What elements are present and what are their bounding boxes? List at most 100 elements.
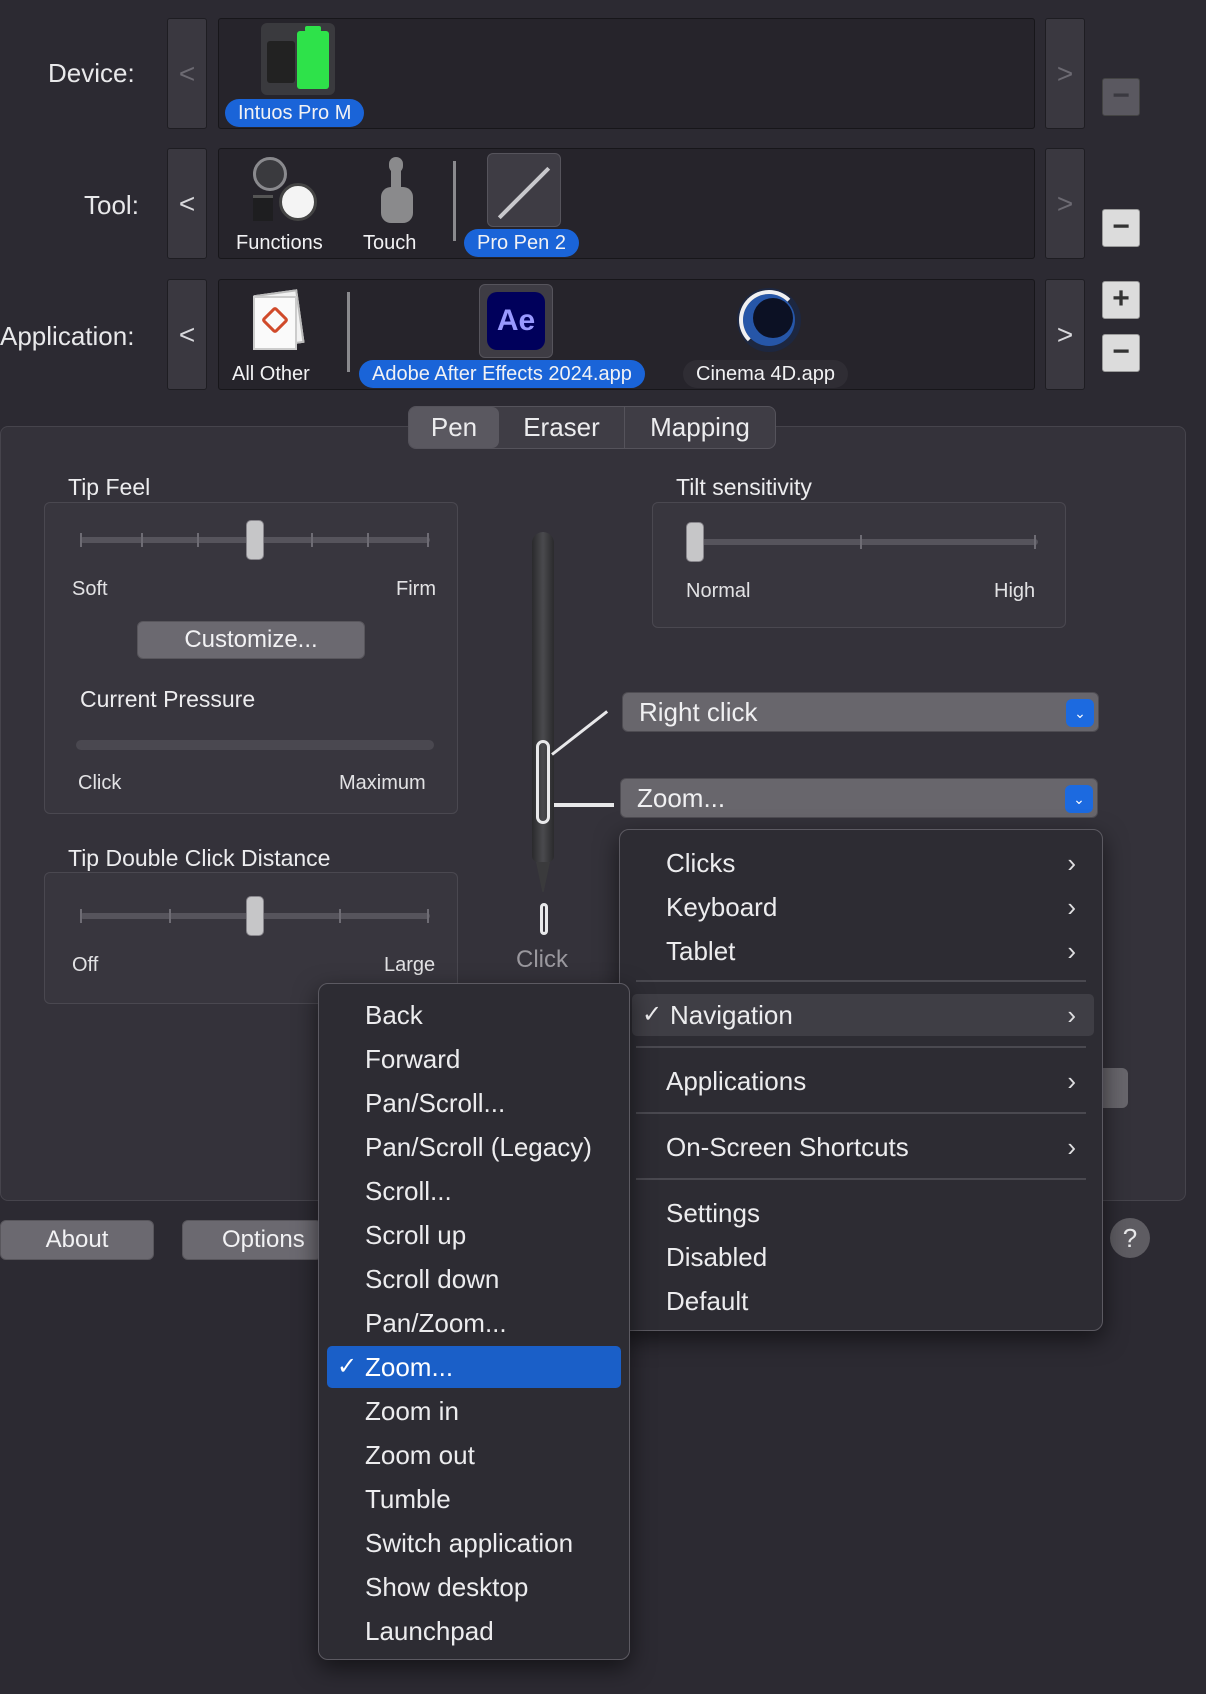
submenu-item-zoom-in[interactable]: Zoom in — [327, 1390, 621, 1432]
chevron-right-icon: › — [1067, 936, 1076, 966]
tip-feel-slider-knob[interactable] — [246, 520, 264, 560]
pen-icon[interactable] — [487, 153, 561, 227]
options-button[interactable]: Options — [182, 1220, 322, 1260]
upper-button-dropdown[interactable]: Right click ⌄ — [622, 692, 1099, 732]
submenu-item-zoom-out[interactable]: Zoom out — [327, 1434, 621, 1476]
tilt-max-label: High — [994, 580, 1036, 602]
application-label: Application: — [0, 321, 135, 351]
current-pressure-title: Current Pressure — [80, 686, 256, 712]
submenu-item-back[interactable]: Back — [327, 994, 621, 1036]
application-strip: Ae All Other Adobe After Effects 2024.ap… — [218, 279, 1035, 390]
chevron-down-icon: ⌄ — [1066, 699, 1094, 727]
tip-double-click-slider-knob[interactable] — [246, 896, 264, 936]
tool-item-touch[interactable]: Touch — [350, 229, 429, 257]
menu-separator — [636, 980, 1086, 982]
after-effects-icon[interactable]: Ae — [479, 284, 553, 358]
tool-divider — [453, 161, 456, 241]
pen-tip-label: Click — [516, 946, 568, 973]
tilt-tick — [860, 535, 862, 549]
slider-tick — [169, 909, 171, 923]
menu-item-label: Keyboard — [666, 892, 778, 922]
application-item-all-other[interactable]: All Other — [219, 360, 323, 388]
menu-item-settings[interactable]: Settings — [628, 1192, 1094, 1234]
current-pressure-bar — [76, 740, 434, 750]
device-remove-button[interactable]: − — [1102, 78, 1140, 116]
all-other-apps-icon[interactable] — [247, 286, 309, 352]
device-strip: Intuos Pro M — [218, 18, 1035, 129]
tab-eraser[interactable]: Eraser — [499, 407, 625, 448]
tip-feel-title: Tip Feel — [68, 474, 151, 500]
application-add-button[interactable]: + — [1102, 281, 1140, 319]
submenu-item-scroll-up[interactable]: Scroll up — [327, 1214, 621, 1256]
slider-tick — [367, 533, 369, 547]
application-prev-button[interactable]: < — [167, 279, 207, 390]
menu-item-clicks[interactable]: Clicks › — [628, 842, 1094, 884]
chevron-right-icon: › — [1067, 1132, 1076, 1162]
submenu-item-label: Zoom... — [365, 1352, 454, 1382]
tab-mapping[interactable]: Mapping — [625, 407, 775, 448]
tab-pen[interactable]: Pen — [409, 407, 499, 448]
slider-tick — [311, 533, 313, 547]
submenu-item-scroll-down[interactable]: Scroll down — [327, 1258, 621, 1300]
submenu-item-pan-scroll-legacy[interactable]: Pan/Scroll (Legacy) — [327, 1126, 621, 1168]
menu-item-applications[interactable]: Applications › — [628, 1060, 1094, 1102]
cinema4d-icon[interactable] — [737, 288, 801, 352]
menu-item-label: Navigation — [670, 1000, 793, 1030]
pressure-max-label: Maximum — [339, 772, 426, 794]
menu-item-label: On-Screen Shortcuts — [666, 1132, 909, 1162]
submenu-item-pan-zoom[interactable]: Pan/Zoom... — [327, 1302, 621, 1344]
slider-tick — [80, 909, 82, 923]
menu-item-keyboard[interactable]: Keyboard › — [628, 886, 1094, 928]
tool-prev-button[interactable]: < — [167, 148, 207, 259]
application-next-button[interactable]: > — [1045, 279, 1085, 390]
menu-item-disabled[interactable]: Disabled — [628, 1236, 1094, 1278]
touch-hand-icon[interactable] — [377, 157, 417, 225]
checkmark-icon: ✓ — [642, 1001, 663, 1028]
chevron-right-icon: › — [1067, 1066, 1076, 1096]
menu-separator — [636, 1178, 1086, 1180]
application-item-after-effects[interactable]: Adobe After Effects 2024.app — [359, 360, 645, 388]
submenu-item-tumble[interactable]: Tumble — [327, 1478, 621, 1520]
tip-feel-max-label: Firm — [396, 578, 436, 600]
checkmark-icon: ✓ — [337, 1353, 358, 1380]
submenu-item-switch-application[interactable]: Switch application — [327, 1522, 621, 1564]
tilt-slider-track[interactable] — [690, 539, 1038, 545]
device-next-button[interactable]: > — [1045, 18, 1085, 129]
tip-feel-min-label: Soft — [72, 578, 108, 600]
tool-item-pro-pen-2[interactable]: Pro Pen 2 — [464, 229, 579, 257]
application-remove-button[interactable]: − — [1102, 334, 1140, 372]
tablet-battery-icon[interactable] — [261, 23, 335, 95]
menu-separator — [636, 1112, 1086, 1114]
navigation-submenu: Back Forward Pan/Scroll... Pan/Scroll (L… — [318, 983, 630, 1660]
menu-item-on-screen-shortcuts[interactable]: On-Screen Shortcuts › — [628, 1126, 1094, 1168]
about-button[interactable]: About — [0, 1220, 154, 1260]
menu-item-default[interactable]: Default — [628, 1280, 1094, 1322]
pen-tip-marker — [540, 903, 548, 935]
submenu-item-show-desktop[interactable]: Show desktop — [327, 1566, 621, 1608]
tilt-min-label: Normal — [686, 580, 751, 602]
device-prev-button[interactable]: < — [167, 18, 207, 129]
application-item-cinema-4d[interactable]: Cinema 4D.app — [683, 360, 848, 388]
tilt-slider-knob[interactable] — [686, 522, 704, 562]
tilt-group — [652, 502, 1066, 628]
functions-icon[interactable] — [253, 157, 317, 223]
help-button[interactable]: ? — [1110, 1218, 1150, 1258]
menu-item-navigation[interactable]: ✓ Navigation › — [632, 994, 1094, 1036]
customize-button[interactable]: Customize... — [137, 621, 365, 659]
tool-remove-button[interactable]: − — [1102, 209, 1140, 247]
chevron-right-icon: › — [1067, 1000, 1076, 1030]
menu-item-tablet[interactable]: Tablet › — [628, 930, 1094, 972]
submenu-item-forward[interactable]: Forward — [327, 1038, 621, 1080]
tool-next-button[interactable]: > — [1045, 148, 1085, 259]
slider-tick — [141, 533, 143, 547]
submenu-item-scroll[interactable]: Scroll... — [327, 1170, 621, 1212]
tool-item-functions[interactable]: Functions — [223, 229, 336, 257]
lower-button-dropdown[interactable]: Zoom... ⌄ — [620, 778, 1098, 818]
submenu-item-pan-scroll[interactable]: Pan/Scroll... — [327, 1082, 621, 1124]
submenu-item-launchpad[interactable]: Launchpad — [327, 1610, 621, 1652]
submenu-item-zoom[interactable]: ✓ Zoom... — [327, 1346, 621, 1388]
device-item-intuos-pro-m[interactable]: Intuos Pro M — [225, 99, 365, 127]
lower-button-dropdown-value: Zoom... — [637, 783, 726, 813]
tab-bar: Pen Eraser Mapping — [408, 406, 776, 449]
menu-item-label: Disabled — [666, 1242, 768, 1272]
